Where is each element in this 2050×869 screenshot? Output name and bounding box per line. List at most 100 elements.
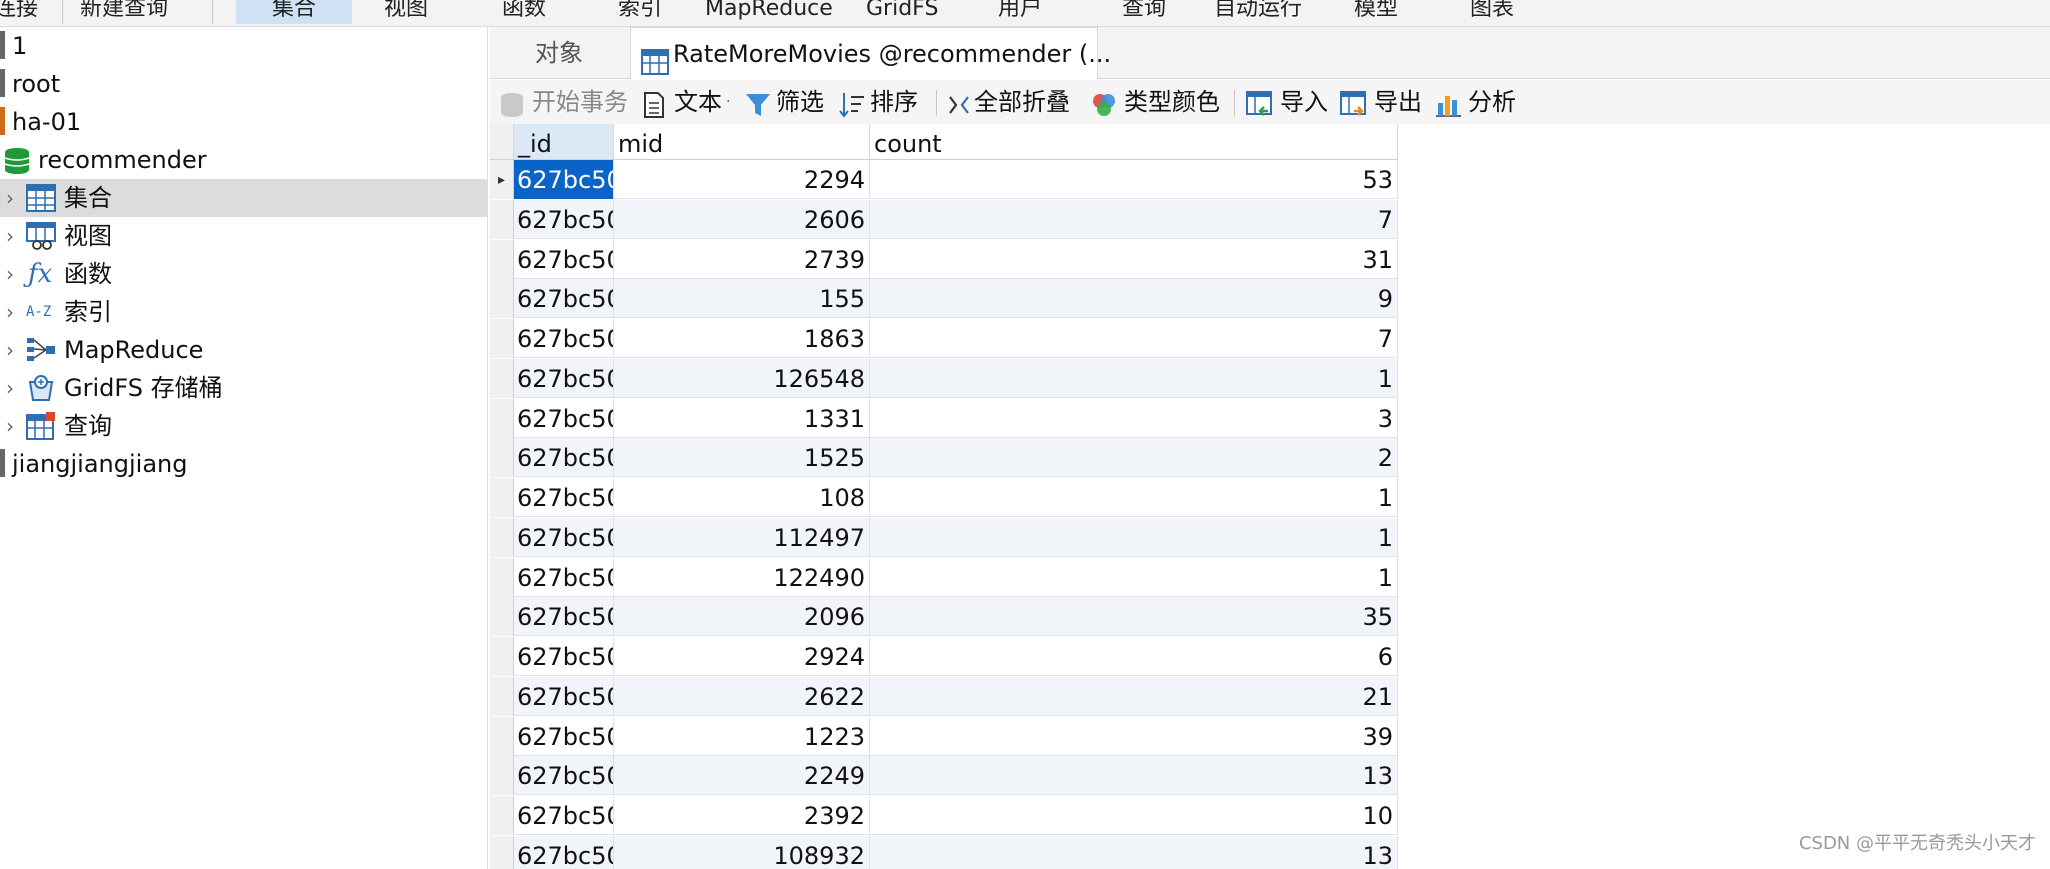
cell-count[interactable]: 6 xyxy=(870,637,1398,676)
cell-count[interactable]: 3 xyxy=(870,398,1398,438)
tree-item-root[interactable]: root xyxy=(0,65,488,103)
sort-button[interactable]: 排序 xyxy=(838,80,928,124)
cell-mid[interactable]: 155 xyxy=(614,279,870,319)
cell-mid[interactable]: 1223 xyxy=(614,716,870,756)
menu-item-indexes[interactable]: 索引 xyxy=(618,0,662,24)
cell-id[interactable]: 627bc50 xyxy=(514,199,614,239)
tree-item-views[interactable]: › 视图 xyxy=(0,217,488,255)
table-row[interactable]: 627bc50 1525 2 xyxy=(490,438,1398,478)
cell-count[interactable]: 2 xyxy=(870,438,1398,478)
row-header[interactable] xyxy=(490,478,514,517)
table-row[interactable]: 627bc50 108 1 xyxy=(490,478,1398,517)
cell-id[interactable]: 627bc50 xyxy=(514,557,614,597)
cell-count[interactable]: 1 xyxy=(870,517,1398,557)
cell-count[interactable]: 1 xyxy=(870,557,1398,597)
table-row[interactable]: 627bc50 2392 10 xyxy=(490,796,1398,835)
row-header[interactable] xyxy=(490,319,514,358)
row-header[interactable] xyxy=(490,358,514,398)
cell-mid[interactable]: 2096 xyxy=(614,597,870,637)
cell-mid[interactable]: 108932 xyxy=(614,835,870,869)
cell-id[interactable]: 627bc50 xyxy=(514,796,614,835)
table-row[interactable]: 627bc50 2096 35 xyxy=(490,597,1398,637)
table-row[interactable]: 627bc50 1863 7 xyxy=(490,319,1398,358)
current-row-marker-icon[interactable]: ▸ xyxy=(490,160,514,199)
cell-mid[interactable]: 2924 xyxy=(614,637,870,676)
cell-mid[interactable]: 108 xyxy=(614,478,870,517)
cell-id[interactable]: 627bc50 xyxy=(514,478,614,517)
menu-item-views[interactable]: 视图 xyxy=(384,0,428,24)
tree-item-query[interactable]: › 查询 xyxy=(0,407,488,445)
menu-item-automation[interactable]: 自动运行 xyxy=(1214,0,1302,24)
filter-button[interactable]: 筛选 xyxy=(744,80,832,124)
table-row[interactable]: 627bc50 2924 6 xyxy=(490,637,1398,676)
cell-id[interactable]: 627bc50 xyxy=(514,358,614,398)
menu-item-functions[interactable]: 函数 xyxy=(502,0,546,24)
cell-count[interactable]: 39 xyxy=(870,716,1398,756)
table-row[interactable]: 627bc50 155 9 xyxy=(490,279,1398,319)
cell-count[interactable]: 31 xyxy=(870,239,1398,279)
cell-mid[interactable]: 2249 xyxy=(614,756,870,796)
cell-count[interactable]: 21 xyxy=(870,676,1398,716)
menu-item-new-query[interactable]: 新建查询 xyxy=(80,0,168,24)
cell-id[interactable]: 627bc50 xyxy=(514,438,614,478)
row-header[interactable] xyxy=(490,716,514,756)
cell-count[interactable]: 13 xyxy=(870,835,1398,869)
cell-id[interactable]: 627bc50 xyxy=(514,597,614,637)
tree-item-functions[interactable]: › ƒx 函数 xyxy=(0,255,488,293)
table-row[interactable]: 627bc50 2606 7 xyxy=(490,199,1398,239)
row-header[interactable] xyxy=(490,756,514,796)
row-header[interactable] xyxy=(490,637,514,676)
chevron-right-icon[interactable]: › xyxy=(6,331,14,369)
cell-mid[interactable]: 2606 xyxy=(614,199,870,239)
analyze-button[interactable]: 分析 xyxy=(1434,80,1526,124)
tab-objects[interactable]: 对象 xyxy=(490,27,628,79)
cell-count[interactable]: 9 xyxy=(870,279,1398,319)
row-header[interactable] xyxy=(490,796,514,835)
cell-count[interactable]: 1 xyxy=(870,478,1398,517)
export-button[interactable]: 导出 xyxy=(1340,80,1430,124)
cell-mid[interactable]: 2739 xyxy=(614,239,870,279)
cell-mid[interactable]: 1331 xyxy=(614,398,870,438)
cell-count[interactable]: 53 xyxy=(870,160,1398,199)
cell-id[interactable]: 627bc50 xyxy=(514,398,614,438)
menu-item-collections[interactable]: 集合 xyxy=(236,0,352,24)
collapse-all-button[interactable]: 全部折叠 xyxy=(946,80,1086,124)
menu-item-mapreduce[interactable]: MapReduce xyxy=(705,0,833,24)
tree-item-ha-01[interactable]: ha-01 xyxy=(0,103,488,141)
cell-mid[interactable]: 1863 xyxy=(614,319,870,358)
table-row[interactable]: 627bc50 2739 31 xyxy=(490,239,1398,279)
menu-item-gridfs[interactable]: GridFS xyxy=(866,0,938,24)
chevron-right-icon[interactable]: › xyxy=(6,217,14,255)
row-header[interactable] xyxy=(490,557,514,597)
menu-item-connection[interactable]: 连接 xyxy=(0,0,38,24)
table-row[interactable]: 627bc50 112497 1 xyxy=(490,517,1398,557)
row-header[interactable] xyxy=(490,517,514,557)
cell-mid[interactable]: 2622 xyxy=(614,676,870,716)
cell-mid[interactable]: 126548 xyxy=(614,358,870,398)
tree-item-gridfs[interactable]: › GridFS 存储桶 xyxy=(0,369,488,407)
chevron-right-icon[interactable]: › xyxy=(6,179,14,217)
cell-count[interactable]: 1 xyxy=(870,358,1398,398)
tab-ratemoremovies[interactable]: RateMoreMovies @recommender (... xyxy=(630,27,1111,79)
table-row[interactable]: 627bc50 122490 1 xyxy=(490,557,1398,597)
tree-item-indexes[interactable]: › A-Z 索引 xyxy=(0,293,488,331)
tree-item-mapreduce[interactable]: › MapReduce xyxy=(0,331,488,369)
cell-id[interactable]: 627bc50 xyxy=(514,756,614,796)
cell-id[interactable]: 627bc50 xyxy=(514,637,614,676)
tree-item-connection-1[interactable]: 1 xyxy=(0,27,488,65)
table-row[interactable]: 627bc50 1331 3 xyxy=(490,398,1398,438)
cell-count[interactable]: 10 xyxy=(870,796,1398,835)
cell-id[interactable]: 627bc50 xyxy=(514,279,614,319)
column-header-mid[interactable]: mid xyxy=(614,124,870,160)
menu-item-query[interactable]: 查询 xyxy=(1122,0,1166,24)
tree-item-recommender[interactable]: recommender xyxy=(0,141,488,179)
cell-mid[interactable]: 112497 xyxy=(614,517,870,557)
cell-mid[interactable]: 122490 xyxy=(614,557,870,597)
cell-mid[interactable]: 1525 xyxy=(614,438,870,478)
cell-count[interactable]: 35 xyxy=(870,597,1398,637)
chevron-right-icon[interactable]: › xyxy=(6,255,14,293)
tree-item-jiangjiangjiang[interactable]: jiangjiangjiang xyxy=(0,445,488,483)
cell-id[interactable]: 627bc50 xyxy=(514,239,614,279)
chevron-right-icon[interactable]: › xyxy=(6,293,14,331)
cell-id[interactable]: 627bc50 xyxy=(514,319,614,358)
